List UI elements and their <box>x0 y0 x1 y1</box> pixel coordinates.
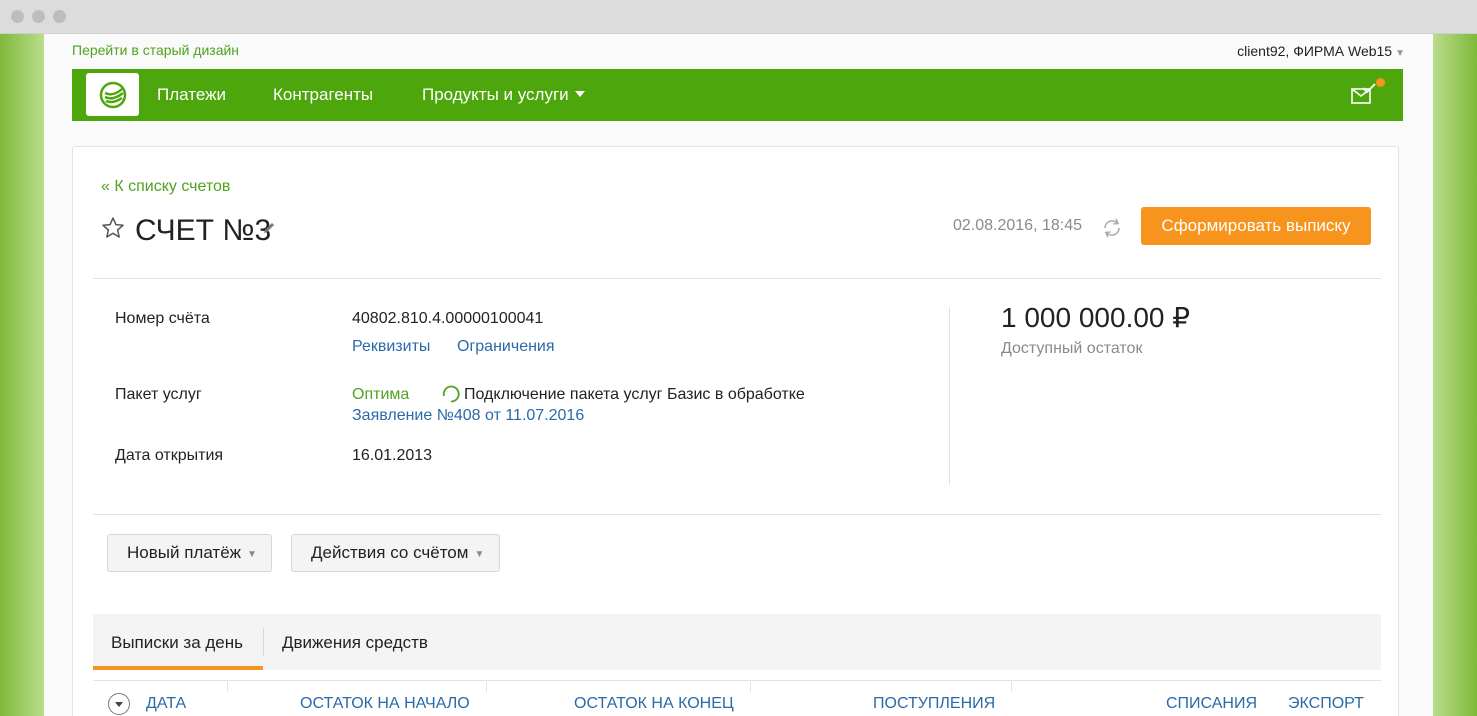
available-balance-caption: Доступный остаток <box>1001 340 1143 357</box>
available-balance-amount: 1 000 000.00 ₽ <box>1001 302 1191 333</box>
column-separator <box>750 682 751 692</box>
window-maximize-dot[interactable] <box>53 10 66 23</box>
page: Перейти в старый дизайн client92, ФИРМА … <box>44 34 1433 716</box>
browser-titlebar <box>0 0 1477 34</box>
old-design-link[interactable]: Перейти в старый дизайн <box>72 42 239 58</box>
nav-item-products-label: Продукты и услуги <box>422 85 569 104</box>
back-to-accounts-link[interactable]: « К списку счетов <box>101 178 230 196</box>
account-actions-label: Действия со счётом <box>311 543 469 562</box>
chevron-down-icon: ▼ <box>247 548 257 560</box>
column-separator <box>486 682 487 692</box>
tab-divider <box>263 628 264 656</box>
main-navbar: Платежи Контрагенты Продукты и услуги <box>72 69 1403 121</box>
pencil-icon[interactable] <box>262 221 276 235</box>
mail-check-icon[interactable] <box>1351 83 1377 105</box>
refresh-icon[interactable] <box>1101 217 1123 239</box>
nav-item-payments[interactable]: Платежи <box>157 85 226 105</box>
tab-daily-statements[interactable]: Выписки за день <box>93 614 263 670</box>
statement-datetime: 02.08.2016, 18:45 <box>953 217 1083 234</box>
column-header-receipts[interactable]: ПОСТУПЛЕНИЯ <box>873 695 995 713</box>
window-close-dot[interactable] <box>11 10 24 23</box>
restrictions-link[interactable]: Ограничения <box>457 338 555 356</box>
caret-down-icon <box>574 91 585 97</box>
new-payment-button[interactable]: Новый платёж ▼ <box>107 534 272 572</box>
chevron-down-icon: ▼ <box>474 548 485 560</box>
chevron-down-icon: ▼ <box>1395 48 1405 59</box>
loading-spinner-icon <box>442 385 460 403</box>
tabs-bar: Выписки за день Движения средств <box>93 614 1381 670</box>
account-number-label: Номер счёта <box>115 310 210 327</box>
package-status-text: Подключение пакета услуг Базис в обработ… <box>464 386 805 403</box>
window-minimize-dot[interactable] <box>32 10 45 23</box>
column-header-debits[interactable]: СПИСАНИЯ <box>1166 695 1257 713</box>
service-package-label: Пакет услуг <box>115 386 202 403</box>
user-menu[interactable]: client92, ФИРМА Web15 ▼ <box>1237 43 1405 59</box>
divider <box>93 514 1381 515</box>
column-header-export[interactable]: ЭКСПОРТ <box>1288 695 1364 713</box>
divider <box>93 278 1381 279</box>
notification-dot <box>1376 78 1385 87</box>
star-icon[interactable] <box>101 216 125 240</box>
nav-item-products[interactable]: Продукты и услуги <box>422 85 585 105</box>
page-title: СЧЕТ №3 <box>135 214 272 247</box>
open-date-value: 16.01.2013 <box>352 447 433 464</box>
new-payment-label: Новый платёж <box>127 543 242 562</box>
open-date-label: Дата открытия <box>115 447 224 464</box>
account-card: « К списку счетов СЧЕТ №3 02.08.2016, 18… <box>72 146 1399 716</box>
table-header: ДАТА ОСТАТОК НА НАЧАЛО ОСТАТОК НА КОНЕЦ … <box>93 680 1381 716</box>
column-header-opening-balance[interactable]: ОСТАТОК НА НАЧАЛО <box>300 695 470 713</box>
generate-statement-button[interactable]: Сформировать выписку <box>1141 207 1371 245</box>
column-separator <box>227 682 228 692</box>
tab-money-movements[interactable]: Движения средств <box>282 614 428 670</box>
account-number-value: 40802.810.4.00000100041 <box>352 310 544 327</box>
column-header-date[interactable]: ДАТА <box>146 695 186 713</box>
service-package-value: Оптима <box>352 386 410 403</box>
column-separator <box>1011 682 1012 692</box>
application-link[interactable]: Заявление №408 от 11.07.2016 <box>352 407 584 425</box>
column-header-closing-balance[interactable]: ОСТАТОК НА КОНЕЦ <box>574 695 734 713</box>
nav-item-counterparties[interactable]: Контрагенты <box>273 85 373 105</box>
vertical-divider <box>949 307 950 485</box>
sort-toggle-icon[interactable] <box>108 693 130 715</box>
user-label: client92, ФИРМА Web15 <box>1237 43 1393 59</box>
bank-logo-icon[interactable] <box>86 73 139 116</box>
requisites-link[interactable]: Реквизиты <box>352 338 430 356</box>
account-actions-button[interactable]: Действия со счётом ▼ <box>291 534 500 572</box>
